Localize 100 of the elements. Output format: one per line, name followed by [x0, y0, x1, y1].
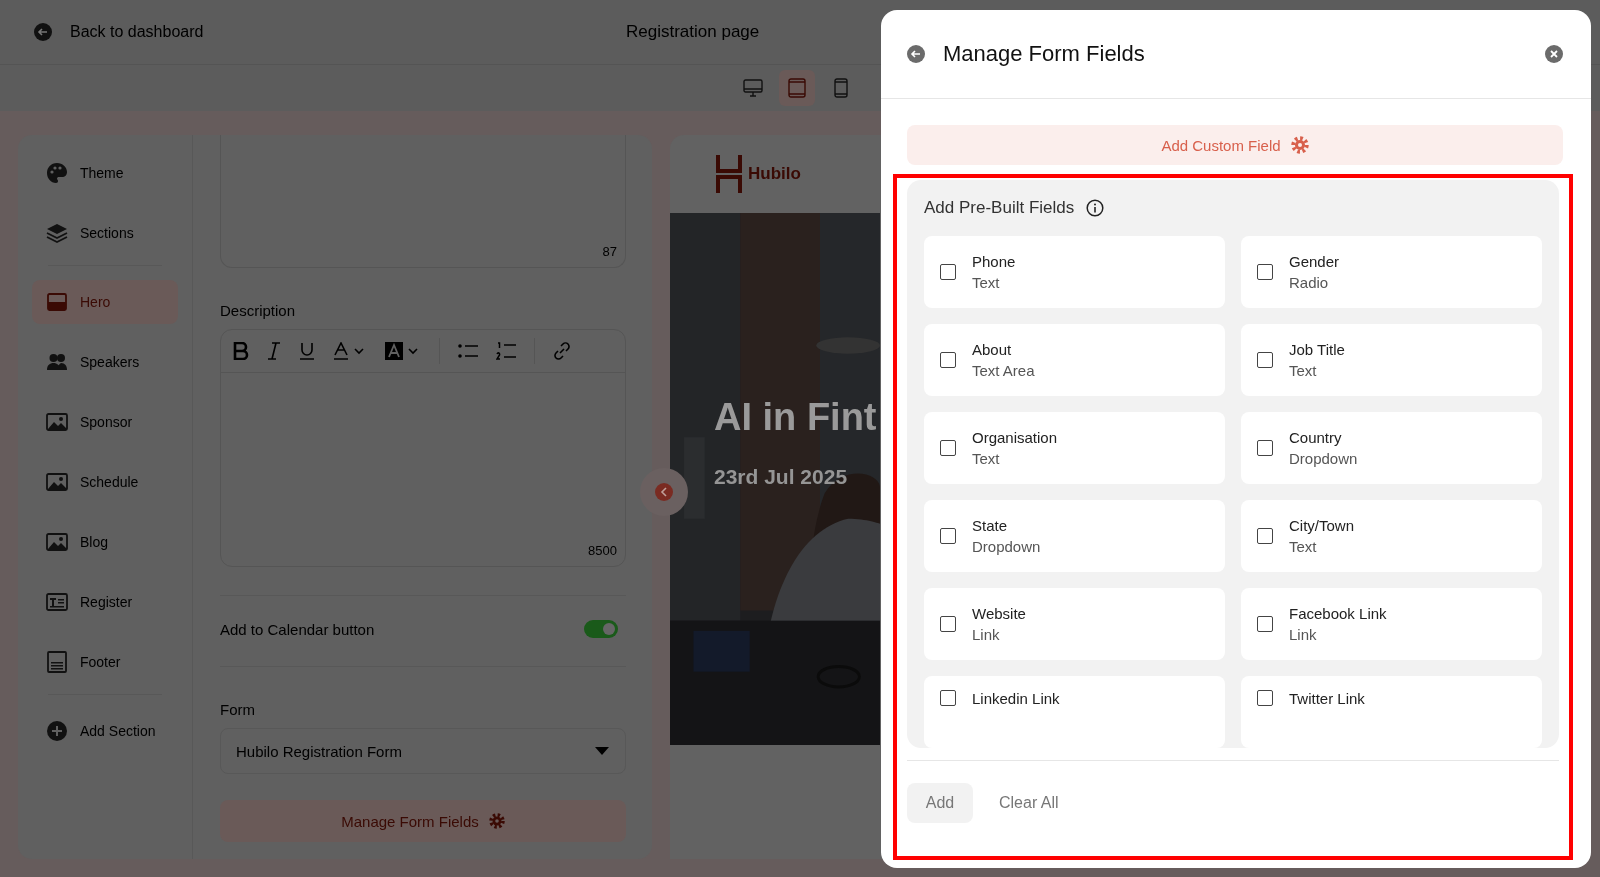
image-icon	[46, 411, 68, 433]
gear-icon	[488, 813, 505, 829]
banner-icon	[46, 291, 68, 313]
checkbox[interactable]	[1257, 440, 1273, 456]
checkbox[interactable]	[1257, 616, 1273, 632]
palette-icon	[46, 162, 68, 184]
field-name: State	[972, 517, 1009, 534]
checkbox[interactable]	[940, 690, 956, 706]
text-area[interactable]: 87	[220, 135, 626, 268]
field-label: Form	[220, 701, 256, 718]
field-option-card[interactable]: Facebook Link Link	[1241, 588, 1542, 660]
hero-date: 23rd Jul 2025	[714, 465, 849, 489]
field-label: Description	[220, 302, 297, 319]
checkbox[interactable]	[1257, 528, 1273, 544]
field-option-card[interactable]: Gender Radio	[1241, 236, 1542, 308]
checkbox[interactable]	[940, 616, 956, 632]
sidebar-item[interactable]: Blog	[32, 520, 178, 564]
sidebar-item[interactable]: Register	[32, 580, 178, 624]
tablet-icon	[788, 78, 806, 98]
hero-title: AI in Fint	[714, 396, 878, 439]
sidebar-item[interactable]: Add Section	[32, 709, 178, 753]
sidebar-item[interactable]: Sections	[32, 211, 178, 255]
sidebar-item[interactable]: Schedule	[32, 460, 178, 504]
field-option-card[interactable]: Phone Text	[924, 236, 1225, 308]
numbered-list-icon[interactable]	[496, 342, 516, 360]
field-option-card[interactable]: State Dropdown	[924, 500, 1225, 572]
field-option-card[interactable]: City/Town Text	[1241, 500, 1542, 572]
image-icon	[46, 531, 68, 553]
highlight-color-icon[interactable]	[385, 342, 421, 360]
field-option-card[interactable]: Job Title Text	[1241, 324, 1542, 396]
gear-icon	[1290, 136, 1309, 154]
field-name: Twitter Link	[1289, 690, 1365, 707]
field-type: Link	[972, 626, 1001, 643]
logo-text: Hubilo	[748, 164, 801, 184]
info-icon[interactable]	[1086, 199, 1105, 217]
image-icon	[46, 471, 68, 493]
rich-text-editor[interactable]: 8500	[220, 329, 626, 567]
field-name: Website	[972, 605, 1026, 622]
form-icon	[46, 591, 68, 613]
sidebar-item[interactable]: Sponsor	[32, 400, 178, 444]
field-type: Link	[1289, 626, 1318, 643]
field-name: Organisation	[972, 429, 1058, 446]
close-icon[interactable]	[1545, 45, 1563, 63]
checkbox[interactable]	[940, 264, 956, 280]
add-custom-field-button[interactable]: Add Custom Field	[907, 125, 1563, 165]
checkbox[interactable]	[940, 440, 956, 456]
field-type: Dropdown	[1289, 450, 1358, 467]
field-type: Text Area	[972, 362, 1035, 379]
collapse-handle-icon[interactable]	[640, 468, 688, 516]
bold-icon[interactable]	[233, 342, 249, 360]
desktop-icon	[743, 79, 763, 97]
manage-form-fields-button[interactable]: Manage Form Fields	[220, 800, 626, 842]
toggle-switch[interactable]	[584, 620, 618, 638]
field-name: Linkedin Link	[972, 690, 1060, 707]
field-name: Gender	[1289, 253, 1340, 270]
field-option-card[interactable]: Website Link	[924, 588, 1225, 660]
checkbox[interactable]	[940, 352, 956, 368]
back-link[interactable]: Back to dashboard	[70, 23, 204, 41]
checkbox[interactable]	[940, 528, 956, 544]
toggle-label: Add to Calendar button	[220, 620, 375, 638]
field-type: Text	[1289, 538, 1318, 555]
sidebar-item[interactable]: Speakers	[32, 340, 178, 384]
field-name: Phone	[972, 253, 1016, 270]
field-name: Job Title	[1289, 341, 1345, 358]
section-title: Add Pre-Built Fields	[924, 198, 1075, 218]
caret-icon	[595, 747, 609, 755]
underline-icon[interactable]	[299, 342, 315, 360]
field-option-card[interactable]: About Text Area	[924, 324, 1225, 396]
field-name: City/Town	[1289, 517, 1355, 534]
layers-icon	[46, 222, 68, 244]
form-dropdown[interactable]: Hubilo Registration Form	[220, 728, 626, 774]
field-option-card[interactable]: Country Dropdown	[1241, 412, 1542, 484]
logo-icon	[716, 155, 742, 193]
field-type: Radio	[1289, 274, 1330, 291]
character-counter: 8500	[588, 543, 617, 558]
people-icon	[46, 351, 68, 373]
sidebar-item[interactable]: Theme	[32, 151, 178, 195]
clear-all-button[interactable]: Clear All	[983, 783, 1075, 823]
field-type: Dropdown	[972, 538, 1041, 555]
field-name: About	[972, 341, 1013, 358]
footer-icon	[46, 651, 68, 673]
checkbox[interactable]	[1257, 690, 1273, 706]
drawer-title: Manage Form Fields	[943, 41, 1146, 67]
field-option-card[interactable]: Linkedin Link	[924, 676, 1225, 748]
character-counter: 87	[602, 244, 617, 259]
add-icon	[46, 720, 68, 742]
page-title: Registration page	[626, 22, 760, 42]
field-option-card[interactable]: Twitter Link	[1241, 676, 1542, 748]
field-name: Country	[1289, 429, 1343, 446]
italic-icon[interactable]	[267, 342, 281, 360]
link-icon[interactable]	[553, 342, 571, 360]
sidebar-item[interactable]: Hero	[32, 280, 178, 324]
checkbox[interactable]	[1257, 264, 1273, 280]
field-type: Text	[972, 274, 1001, 291]
sidebar-item[interactable]: Footer	[32, 640, 178, 684]
bullet-list-icon[interactable]	[458, 343, 478, 359]
checkbox[interactable]	[1257, 352, 1273, 368]
text-color-icon[interactable]	[333, 342, 367, 360]
field-name: Facebook Link	[1289, 605, 1387, 622]
field-option-card[interactable]: Organisation Text	[924, 412, 1225, 484]
